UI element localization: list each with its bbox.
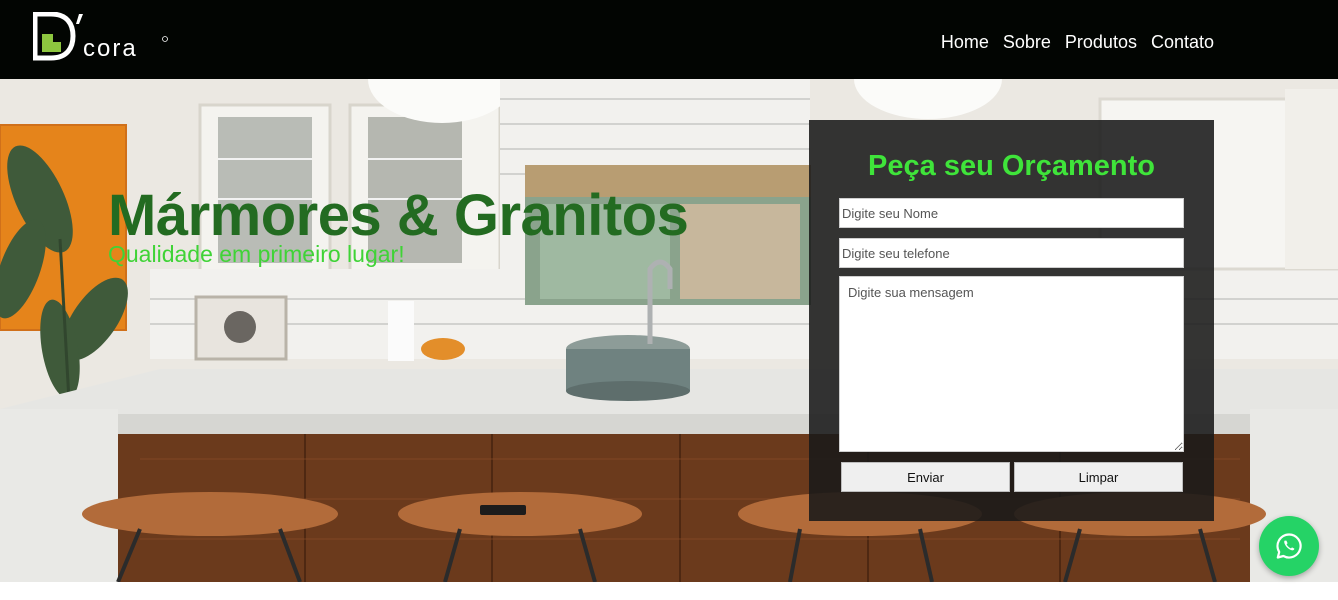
name-input[interactable] — [839, 198, 1184, 228]
logo-mark: cora — [32, 11, 168, 62]
nav-home[interactable]: Home — [941, 32, 989, 53]
nav-sobre[interactable]: Sobre — [1003, 32, 1051, 53]
nav-produtos[interactable]: Produtos — [1065, 32, 1137, 53]
whatsapp-icon — [1276, 533, 1302, 559]
quote-form-title: Peça seu Orçamento — [868, 150, 1155, 182]
nav-contato[interactable]: Contato — [1151, 32, 1214, 53]
hero-section: Mármores & Granitos Qualidade em primeir… — [0, 79, 1338, 582]
quote-form: Peça seu Orçamento Enviar Limpar — [809, 120, 1214, 521]
clear-button[interactable]: Limpar — [1014, 462, 1183, 492]
navbar: cora Home Sobre Produtos Contato — [0, 0, 1338, 79]
hero-heading-block: Mármores & Granitos Qualidade em primeir… — [108, 183, 689, 268]
whatsapp-button[interactable] — [1259, 516, 1319, 576]
svg-text:cora: cora — [83, 35, 138, 62]
brand-logo[interactable]: cora — [32, 11, 173, 62]
hero-title: Mármores & Granitos — [108, 183, 689, 248]
send-button[interactable]: Enviar — [841, 462, 1010, 492]
phone-input[interactable] — [839, 238, 1184, 268]
main-nav: Home Sobre Produtos Contato — [941, 32, 1214, 53]
message-textarea[interactable] — [839, 276, 1184, 452]
